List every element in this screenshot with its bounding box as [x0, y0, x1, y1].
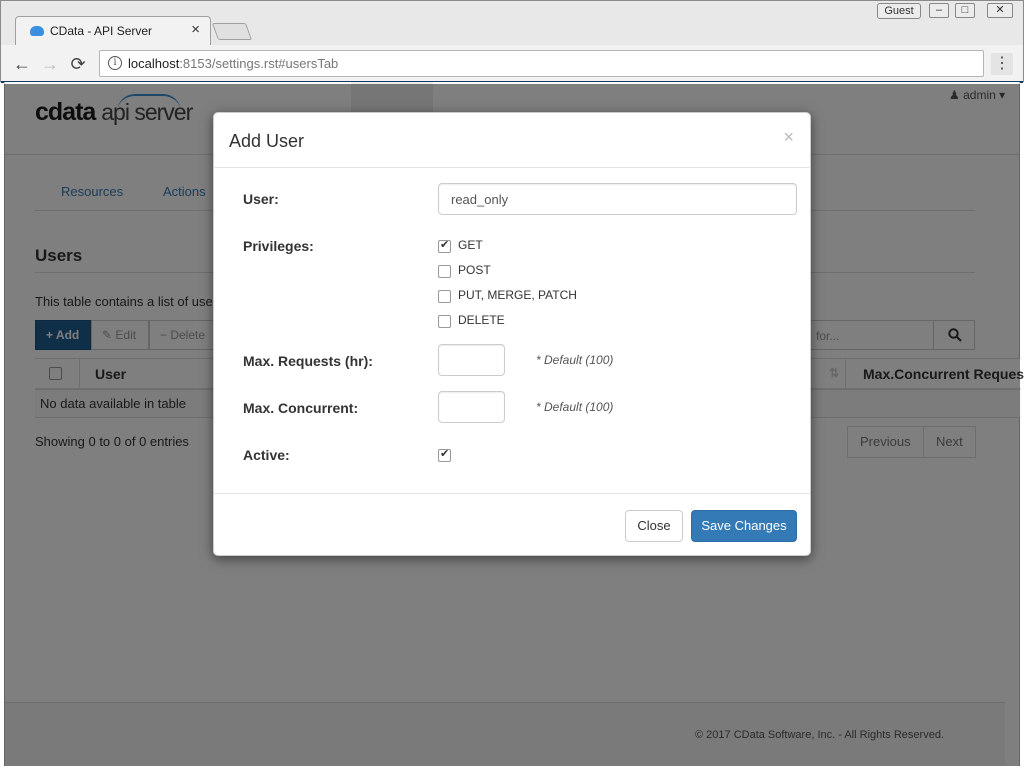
back-icon[interactable]: ←	[11, 53, 33, 75]
tab-close-icon[interactable]: ×	[191, 21, 200, 38]
profile-button[interactable]: Guest	[877, 3, 921, 19]
cloud-icon	[30, 26, 44, 36]
active-checkbox[interactable]	[438, 447, 451, 462]
save-changes-button[interactable]: Save Changes	[691, 510, 797, 542]
max-concurrent-label: Max. Concurrent:	[243, 400, 359, 416]
add-user-modal: Add User × User: Privileges: GET POST PU…	[213, 112, 811, 556]
max-requests-label: Max. Requests (hr):	[243, 353, 373, 369]
close-button[interactable]: Close	[625, 510, 683, 542]
url-host: localhost	[128, 56, 180, 71]
minimize-button[interactable]: –	[929, 3, 949, 18]
max-requests-input[interactable]	[438, 344, 505, 376]
modal-footer: Close Save Changes	[214, 493, 810, 555]
privilege-get-checkbox[interactable]	[438, 238, 451, 253]
max-requests-hint: * Default (100)	[536, 353, 614, 367]
privilege-post-label: POST	[458, 263, 491, 277]
url-field[interactable]: i localhost:8153/settings.rst#usersTab	[99, 50, 984, 77]
privilege-post-checkbox[interactable]	[438, 265, 451, 278]
new-tab-button[interactable]	[211, 23, 253, 40]
privilege-delete-label: DELETE	[458, 313, 505, 327]
max-concurrent-hint: * Default (100)	[536, 400, 614, 414]
forward-icon[interactable]: →	[39, 53, 61, 75]
modal-close-icon[interactable]: ×	[783, 127, 794, 148]
privilege-delete-checkbox[interactable]	[438, 315, 451, 328]
privilege-put-checkbox[interactable]	[438, 290, 451, 303]
user-input[interactable]	[438, 183, 797, 215]
title-bar: CData - API Server × Guest – □ ✕	[1, 1, 1023, 46]
privilege-put-label: PUT, MERGE, PATCH	[458, 288, 577, 302]
browser-menu-icon[interactable]: ⋮	[991, 53, 1013, 75]
privileges-label: Privileges:	[243, 238, 314, 254]
user-label: User:	[243, 191, 279, 207]
window-close-button[interactable]: ✕	[987, 3, 1013, 18]
privilege-get-label: GET	[458, 238, 483, 252]
maximize-button[interactable]: □	[955, 3, 975, 18]
address-bar-row: ← → ⟳ i localhost:8153/settings.rst#user…	[1, 45, 1023, 83]
reload-icon[interactable]: ⟳	[67, 53, 89, 75]
modal-title: Add User	[229, 131, 305, 151]
active-label: Active:	[243, 447, 290, 463]
url-path: :8153/settings.rst#usersTab	[179, 56, 339, 71]
url-text: localhost:8153/settings.rst#usersTab	[128, 56, 338, 71]
browser-chrome: CData - API Server × Guest – □ ✕ ← → ⟳ i…	[0, 0, 1024, 83]
tab-title: CData - API Server	[50, 24, 153, 38]
browser-tab[interactable]: CData - API Server ×	[15, 16, 211, 46]
modal-header: Add User ×	[214, 113, 810, 168]
max-concurrent-input[interactable]	[438, 391, 505, 423]
info-icon[interactable]: i	[108, 56, 122, 70]
